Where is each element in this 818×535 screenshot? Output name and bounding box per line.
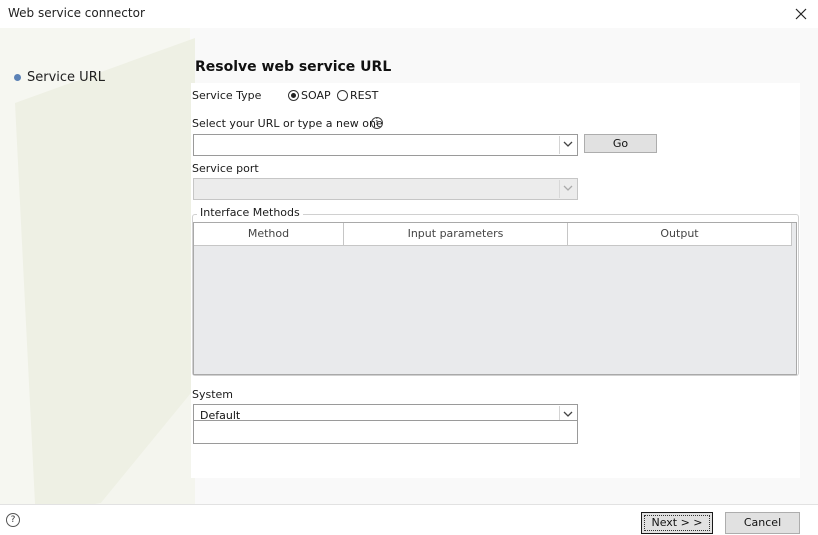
service-port-label: Service port — [192, 162, 259, 175]
service-type-label: Service Type — [192, 89, 262, 102]
window-title: Web service connector — [8, 6, 145, 20]
interface-methods-legend: Interface Methods — [197, 206, 303, 219]
radio-rest[interactable]: REST — [337, 89, 378, 102]
table-header: Method Input parameters Output — [194, 223, 792, 246]
radio-unselected-icon — [337, 90, 348, 101]
info-icon[interactable]: i — [371, 117, 383, 129]
dialog-body: Service URL Resolve web service URL Serv… — [0, 28, 818, 504]
radio-soap-label: SOAP — [301, 89, 331, 102]
next-button[interactable]: Next > > — [641, 512, 713, 534]
radio-rest-label: REST — [350, 89, 379, 102]
cancel-button[interactable]: Cancel — [725, 512, 800, 534]
interface-methods-table[interactable]: Method Input parameters Output — [193, 222, 797, 375]
bullet-icon — [14, 74, 21, 81]
url-label: Select your URL or type a new one — [192, 117, 383, 130]
system-label: System — [192, 388, 234, 401]
go-button[interactable]: Go — [584, 134, 657, 153]
close-icon — [795, 8, 807, 20]
column-method[interactable]: Method — [194, 223, 344, 245]
service-port-combo — [193, 178, 578, 200]
column-output[interactable]: Output — [568, 223, 792, 245]
url-combo[interactable] — [193, 134, 578, 156]
url-dropdown-button[interactable] — [559, 136, 576, 154]
dialog-footer: ? Next > > Cancel — [0, 504, 818, 535]
chevron-down-icon — [563, 141, 573, 147]
radio-selected-icon — [288, 90, 299, 101]
service-port-dropdown-button — [559, 180, 576, 198]
close-button[interactable] — [790, 3, 812, 25]
column-input-parameters[interactable]: Input parameters — [344, 223, 568, 245]
radio-soap[interactable]: SOAP — [288, 89, 331, 102]
sidebar-item-label: Service URL — [27, 70, 105, 85]
interface-name-input[interactable] — [193, 420, 578, 444]
chevron-down-icon — [563, 411, 573, 417]
chevron-down-icon — [563, 185, 573, 191]
sidebar-item-service-url[interactable]: Service URL — [14, 70, 105, 85]
help-icon[interactable]: ? — [6, 513, 20, 527]
title-bar: Web service connector — [0, 0, 818, 28]
page-title: Resolve web service URL — [195, 59, 392, 75]
